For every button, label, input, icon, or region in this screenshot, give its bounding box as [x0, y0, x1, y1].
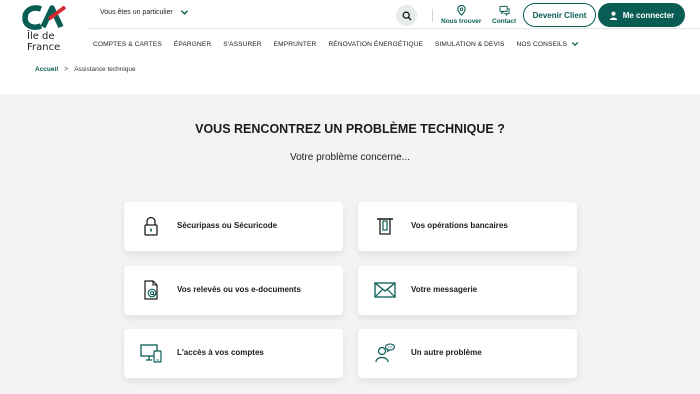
card-statements[interactable]: Vos relevés ou vos e-documents [124, 266, 343, 315]
breadcrumb: Accueil > Assistance technique [35, 66, 136, 73]
contact-link[interactable]: Contact [492, 5, 516, 25]
card-banking-operations[interactable]: Vos opérations bancaires [358, 202, 577, 251]
breadcrumb-current: Assistance technique [74, 66, 136, 73]
card-label: Un autre problème [411, 348, 482, 357]
brand-name: Île de France [27, 31, 60, 53]
main-content: VOUS RENCONTREZ UN PROBLÈME TECHNIQUE ? … [0, 94, 700, 394]
card-label: Sécuripass ou Sécuricode [177, 221, 278, 230]
card-label: L'accès à vos comptes [177, 348, 264, 357]
e-document-icon [144, 280, 158, 300]
chat-icon [499, 5, 510, 16]
page-subtitle: Votre problème concerne... [289, 152, 411, 163]
nav-insurance[interactable]: S'ASSURER [217, 41, 267, 48]
brand-line-1: Île de [27, 31, 55, 42]
chevron-down-icon [571, 41, 579, 47]
nav-energy-renovation[interactable]: RÉNOVATION ÉNERGÉTIQUE [322, 41, 429, 48]
card-messaging[interactable]: Votre messagerie [358, 266, 577, 315]
card-label: Votre messagerie [411, 285, 478, 294]
nav-advice-label: NOS CONSEILS [516, 40, 568, 48]
nav-savings[interactable]: ÉPARGNER [168, 41, 217, 48]
card-securipass[interactable]: Sécuripass ou Sécuricode [124, 202, 343, 251]
search-icon [402, 11, 411, 20]
devices-icon [140, 344, 162, 363]
nav-borrow[interactable]: EMPRUNTER [268, 41, 323, 48]
page-title: VOUS RENCONTREZ UN PROBLÈME TECHNIQUE ? [195, 122, 505, 136]
card-account-access[interactable]: L'accès à vos comptes [124, 329, 343, 378]
chevron-down-icon [180, 10, 188, 15]
find-us-link[interactable]: Nous trouver [441, 5, 481, 25]
nav-advice[interactable]: NOS CONSEILS [510, 40, 585, 48]
card-other-problem[interactable]: Un autre problème [358, 329, 577, 378]
contact-label: Contact [492, 18, 517, 25]
brand-line-2: France [27, 42, 61, 53]
search-button[interactable] [396, 5, 417, 26]
header-divider [432, 9, 433, 22]
map-pin-icon [457, 5, 466, 16]
nav-simulation[interactable]: SIMULATION & DEVIS [429, 41, 510, 48]
become-client-button[interactable]: Devenir Client [523, 3, 596, 27]
breadcrumb-separator: > [64, 66, 69, 73]
login-label: Me connecter [622, 10, 675, 20]
user-icon [609, 11, 617, 20]
profile-selector[interactable]: Vous êtes un particulier [100, 8, 189, 17]
login-button[interactable]: Me connecter [598, 3, 685, 27]
lock-icon [144, 216, 158, 236]
main-nav: COMPTES & CARTES ÉPARGNER S'ASSURER EMPR… [87, 30, 585, 58]
envelope-icon [374, 282, 396, 298]
nav-accounts-cards[interactable]: COMPTES & CARTES [87, 41, 168, 48]
atm-icon [377, 218, 393, 235]
card-label: Vos relevés ou vos e-documents [177, 285, 301, 294]
find-us-label: Nous trouver [441, 18, 482, 25]
profile-label: Vous êtes un particulier [100, 9, 173, 16]
breadcrumb-home[interactable]: Accueil [35, 66, 58, 73]
support-person-icon [375, 343, 396, 363]
card-label: Vos opérations bancaires [411, 221, 508, 230]
